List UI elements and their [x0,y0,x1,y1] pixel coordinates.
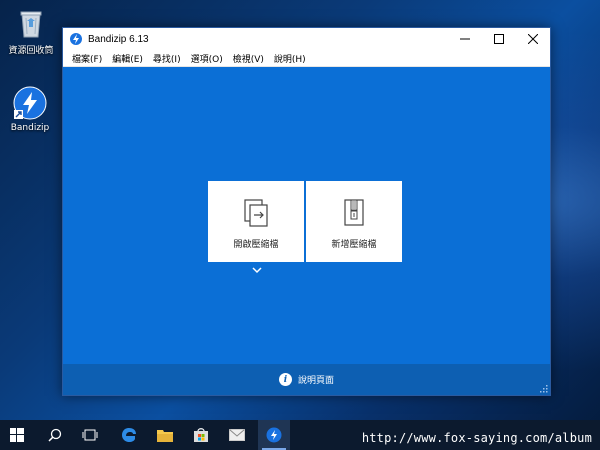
new-archive-button[interactable]: 新增壓縮檔 [306,181,402,262]
chevron-down-icon[interactable] [252,266,262,274]
open-archive-icon [242,198,270,228]
file-explorer-button[interactable] [150,420,180,450]
bandizip-taskbar-icon [266,427,282,443]
maximize-button[interactable] [482,28,516,50]
open-archive-label: 開啟壓縮檔 [233,240,279,250]
minimize-icon [460,38,470,40]
bandizip-taskbar-button[interactable] [258,420,290,450]
start-icon [10,428,24,442]
menu-options[interactable]: 選項(O) [186,52,228,65]
menu-find[interactable]: 尋找(I) [148,52,186,65]
desktop-icon-label: Bandizip [10,123,50,133]
resize-grip-icon[interactable] [540,385,548,393]
search-icon [48,428,62,442]
mail-button[interactable] [222,420,252,450]
window-title: Bandizip 6.13 [88,33,149,45]
menu-edit[interactable]: 編輯(E) [107,52,148,65]
task-view-button[interactable] [75,420,105,450]
title-bar[interactable]: Bandizip 6.13 [63,28,550,50]
info-icon: i [278,373,292,386]
watermark-url: http://www.fox-saying.com/album [361,431,592,445]
open-archive-button[interactable]: 開啟壓縮檔 [208,181,304,262]
desktop-icon-label: 資源回收筒 [8,46,54,56]
mail-icon [229,429,245,441]
menu-bar: 檔案(F) 編輯(E) 尋找(I) 選項(O) 檢視(V) 說明(H) [63,50,550,67]
menu-file[interactable]: 檔案(F) [67,52,107,65]
bandizip-app-icon [13,86,47,120]
file-explorer-icon [157,430,173,442]
desktop-icon-bandizip[interactable]: Bandizip [0,86,60,133]
bandizip-window: Bandizip 6.13 檔案(F) 編輯(E) 尋找(I) 選項(O) 檢視… [62,27,551,396]
desktop-icon-recycle-bin[interactable]: 資源回收筒 [1,6,61,56]
store-button[interactable] [186,420,216,450]
new-archive-label: 新增壓縮檔 [331,240,377,250]
main-content: 開啟壓縮檔 新增壓縮檔 [63,67,550,357]
help-bar[interactable]: i 說明頁面 [63,364,550,395]
menu-help[interactable]: 說明(H) [269,52,311,65]
start-button[interactable] [2,420,32,450]
store-icon [194,428,208,442]
bandizip-title-icon [70,33,82,45]
maximize-icon [494,34,504,44]
new-archive-icon [340,198,368,228]
menu-view[interactable]: 檢視(V) [228,52,269,65]
edge-button[interactable] [114,420,144,450]
close-button[interactable] [516,28,550,50]
close-icon [528,34,538,44]
recycle-bin-icon [14,6,48,40]
search-button[interactable] [40,420,70,450]
minimize-button[interactable] [448,28,482,50]
task-view-icon [82,429,98,441]
help-page-link[interactable]: 說明頁面 [298,373,334,386]
edge-icon [122,428,136,442]
